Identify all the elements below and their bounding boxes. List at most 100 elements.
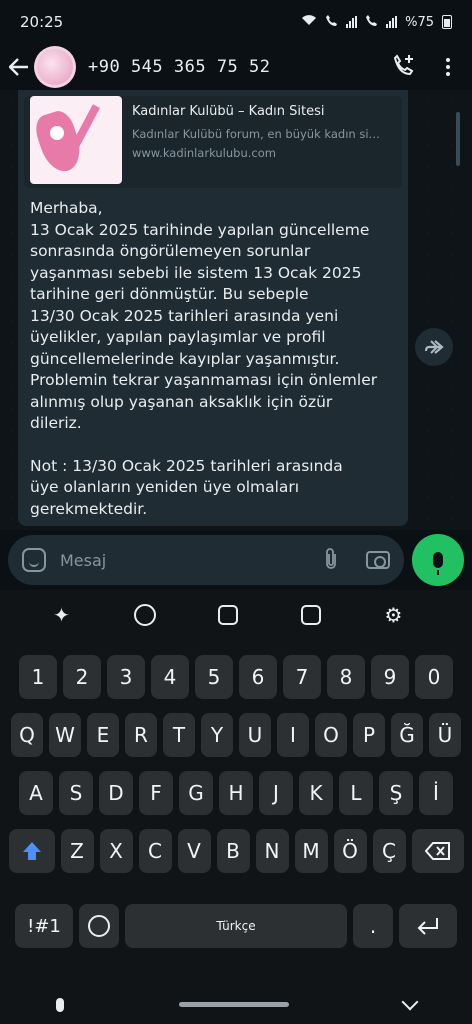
backspace-key[interactable] xyxy=(411,829,464,873)
key[interactable]: Ü xyxy=(429,713,461,757)
keyboard-toolbar: ✦ ⚙ xyxy=(0,590,472,640)
key[interactable]: K xyxy=(299,771,333,815)
keyboard-bottom-row: !#1 Türkçe . xyxy=(0,904,472,948)
key[interactable]: Ö xyxy=(333,829,367,873)
keyboard-number-row: 1 2 3 4 5 6 7 8 9 0 xyxy=(0,655,472,699)
translate-icon[interactable] xyxy=(186,605,269,625)
space-key[interactable]: Türkçe xyxy=(125,904,347,948)
more-options-icon[interactable] xyxy=(446,58,450,76)
signal-icon xyxy=(346,16,358,28)
key[interactable]: 1 xyxy=(19,655,57,699)
key[interactable]: V xyxy=(177,829,211,873)
contact-name[interactable]: +90 545 365 75 52 xyxy=(88,57,271,77)
keyboard-row-2: A S D F G H J K L Ş İ xyxy=(0,771,472,815)
chat-header: +90 545 365 75 52 xyxy=(0,44,472,90)
composer: Mesaj xyxy=(0,530,472,590)
key[interactable]: 3 xyxy=(107,655,145,699)
enter-arrow-icon xyxy=(417,918,438,935)
hide-keyboard-icon[interactable] xyxy=(401,993,419,1010)
period-key[interactable]: . xyxy=(353,904,393,948)
navigation-bar xyxy=(0,985,472,1024)
status-time: 20:25 xyxy=(20,13,64,31)
key[interactable]: Z xyxy=(60,829,94,873)
key[interactable]: R xyxy=(125,713,157,757)
avatar[interactable] xyxy=(34,46,76,88)
key[interactable]: H xyxy=(219,771,253,815)
message-input[interactable]: Mesaj xyxy=(8,535,405,585)
keyboard-row-3: Z X C V B N M Ö Ç xyxy=(0,829,472,873)
key[interactable]: I xyxy=(277,713,309,757)
key[interactable]: İ xyxy=(419,771,453,815)
key[interactable]: S xyxy=(59,771,93,815)
key[interactable]: P xyxy=(353,713,385,757)
key[interactable]: L xyxy=(339,771,373,815)
voice-record-button[interactable] xyxy=(412,534,464,586)
key[interactable]: 4 xyxy=(151,655,189,699)
keyboard: 1 2 3 4 5 6 7 8 9 0 Q W E R T Y U I O P … xyxy=(0,640,472,985)
voice-input-icon[interactable] xyxy=(56,997,64,1012)
shift-key[interactable] xyxy=(8,829,55,873)
emoji-key[interactable] xyxy=(79,904,119,948)
shift-arrow-icon xyxy=(22,842,41,860)
key[interactable]: M xyxy=(294,829,328,873)
message-text: Merhaba, 13 Ocak 2025 tarihinde yapılan … xyxy=(24,198,402,520)
key[interactable]: U xyxy=(239,713,271,757)
key[interactable]: W xyxy=(49,713,81,757)
key[interactable]: 8 xyxy=(327,655,365,699)
key[interactable]: Ç xyxy=(372,829,406,873)
attach-icon[interactable] xyxy=(324,546,338,575)
key[interactable]: F xyxy=(139,771,173,815)
link-preview[interactable]: Kadınlar Kulübü – Kadın Sitesi Kadınlar … xyxy=(24,96,402,188)
key[interactable]: Ğ xyxy=(391,713,423,757)
key[interactable]: 0 xyxy=(415,655,453,699)
link-preview-thumbnail xyxy=(30,96,122,184)
call-icon xyxy=(325,14,338,31)
symbols-key[interactable]: !#1 xyxy=(15,904,73,948)
add-call-icon[interactable] xyxy=(392,53,416,81)
key[interactable]: B xyxy=(216,829,250,873)
key[interactable]: 7 xyxy=(283,655,321,699)
home-gesture-bar[interactable] xyxy=(179,1002,289,1007)
key[interactable]: Y xyxy=(201,713,233,757)
message-paragraph: Merhaba, 13 Ocak 2025 tarihinde yapılan … xyxy=(30,199,378,432)
message-placeholder[interactable]: Mesaj xyxy=(60,551,106,570)
sticker-icon[interactable] xyxy=(22,548,46,572)
link-preview-description: Kadınlar Kulübü forum, en büyük kadın si… xyxy=(132,127,381,141)
key[interactable]: D xyxy=(99,771,133,815)
message-bubble[interactable]: Kadınlar Kulübü – Kadın Sitesi Kadınlar … xyxy=(18,90,408,526)
settings-gear-icon[interactable]: ⚙ xyxy=(352,603,435,627)
enter-key[interactable] xyxy=(399,904,457,948)
key[interactable]: N xyxy=(255,829,289,873)
key[interactable]: G xyxy=(179,771,213,815)
mic-icon xyxy=(433,552,444,575)
signal2-icon xyxy=(386,16,398,28)
key[interactable]: 6 xyxy=(239,655,277,699)
key[interactable]: X xyxy=(99,829,133,873)
ai-sparkle-icon[interactable]: ✦ xyxy=(20,603,103,627)
key[interactable]: C xyxy=(138,829,172,873)
backspace-icon xyxy=(424,842,450,860)
smiley-icon xyxy=(88,915,110,937)
clipboard-icon[interactable] xyxy=(269,605,352,625)
key[interactable]: 5 xyxy=(195,655,233,699)
key[interactable]: T xyxy=(163,713,195,757)
link-preview-url: www.kadinlarkulubu.com xyxy=(132,146,276,160)
key[interactable]: Q xyxy=(11,713,43,757)
chat-area[interactable]: Kadınlar Kulübü – Kadın Sitesi Kadınlar … xyxy=(0,90,472,530)
key[interactable]: 2 xyxy=(63,655,101,699)
call2-icon xyxy=(365,14,378,31)
wifi-icon xyxy=(301,14,317,30)
key[interactable]: J xyxy=(259,771,293,815)
key[interactable]: E xyxy=(87,713,119,757)
message-note: Not : 13/30 Ocak 2025 tarihleri arasında… xyxy=(30,456,343,518)
scrollbar[interactable] xyxy=(456,112,460,166)
back-arrow-icon[interactable] xyxy=(8,58,30,76)
key[interactable]: Ş xyxy=(379,771,413,815)
emoji-icon[interactable] xyxy=(103,604,186,626)
camera-icon[interactable] xyxy=(366,551,391,569)
forward-icon[interactable] xyxy=(415,328,453,366)
link-preview-title: Kadınlar Kulübü – Kadın Sitesi xyxy=(132,104,325,119)
key[interactable]: 9 xyxy=(371,655,409,699)
key[interactable]: O xyxy=(315,713,347,757)
key[interactable]: A xyxy=(19,771,53,815)
